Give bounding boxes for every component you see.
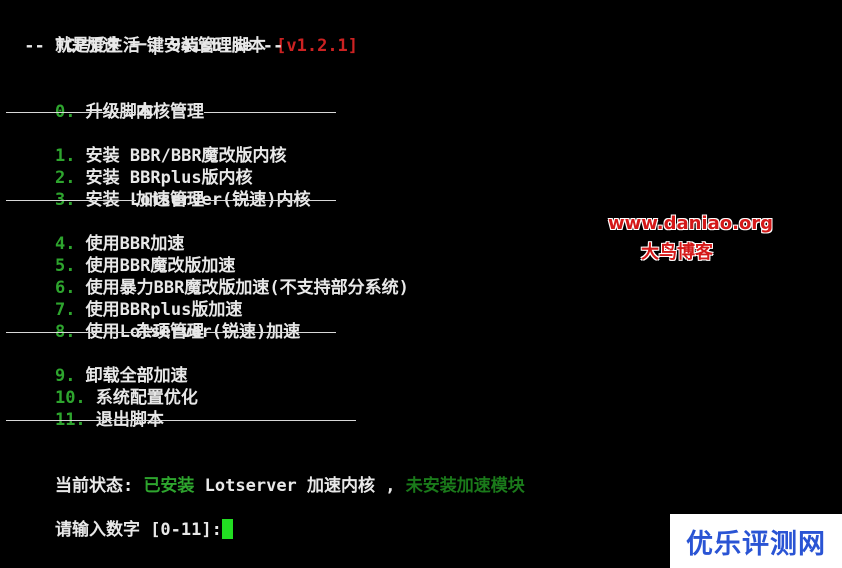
- terminal-window[interactable]: TCP加速 一键安装管理脚本 [v1.2.1] -- 就是爱生活 | 94ish…: [0, 0, 842, 568]
- section-divider-kernel: 内核管理: [6, 101, 336, 123]
- status-kernel: Lotserver 加速内核 ,: [194, 476, 406, 496]
- menu-item-10: 10. 系统配置优化: [14, 365, 198, 408]
- menu-item-1: 1. 安装 BBR/BBR魔改版内核: [14, 123, 287, 166]
- menu-item-0: 0. 升级脚本: [14, 79, 154, 122]
- menu-item-11: 11. 退出脚本: [14, 387, 164, 430]
- script-subtitle: -- 就是爱生活 | 94ish.me --: [14, 36, 284, 56]
- status-module: 未安装加速模块: [405, 476, 525, 496]
- terminal-cursor[interactable]: [221, 519, 233, 539]
- menu-item-4: 4. 使用BBR加速: [14, 211, 184, 254]
- divider-rule: [6, 199, 136, 201]
- version-badge: [v1.2.1]: [276, 36, 359, 56]
- menu-item-6: 6. 使用暴力BBR魔改版加速(不支持部分系统): [14, 255, 409, 298]
- section-title: 加速管理: [136, 190, 204, 210]
- input-prompt-line[interactable]: 请输入数字 [0-11]:: [14, 497, 233, 540]
- menu-bottom-rule: [6, 420, 356, 421]
- watermark-badge: 优乐评测网: [670, 514, 842, 568]
- section-divider-accel: 加速管理: [6, 189, 336, 211]
- status-line: 当前状态: 已安装 Lotserver 加速内核 , 未安装加速模块: [14, 453, 525, 496]
- section-title: 内核管理: [136, 102, 204, 122]
- divider-rule: [6, 331, 136, 333]
- divider-rule: [6, 111, 136, 113]
- divider-rule: [204, 331, 336, 333]
- menu-item-7: 7. 使用BBRplus版加速: [14, 277, 242, 320]
- divider-rule: [204, 199, 336, 201]
- divider-rule: [204, 111, 336, 113]
- input-prompt: 请输入数字 [0-11]:: [54, 520, 222, 540]
- status-prefix: 当前状态:: [54, 476, 144, 496]
- watermark-url: www.daniao.org: [608, 213, 774, 234]
- menu-item-2: 2. 安装 BBRplus版内核: [14, 145, 253, 188]
- section-divider-misc: 杂项管理: [6, 321, 336, 343]
- watermark-name: 大鸟博客: [641, 242, 713, 263]
- section-title: 杂项管理: [136, 322, 204, 342]
- menu-item-9: 9. 卸载全部加速: [14, 343, 188, 386]
- script-title-line: TCP加速 一键安装管理脚本 [v1.2.1]: [14, 13, 358, 56]
- status-installed: 已安装: [143, 476, 195, 496]
- menu-item-5: 5. 使用BBR魔改版加速: [14, 233, 235, 276]
- menu-item-8: 8. 使用Lotserver(锐速)加速: [14, 299, 300, 342]
- menu-item-3: 3. 安装 Lotserver(锐速)内核: [14, 167, 311, 210]
